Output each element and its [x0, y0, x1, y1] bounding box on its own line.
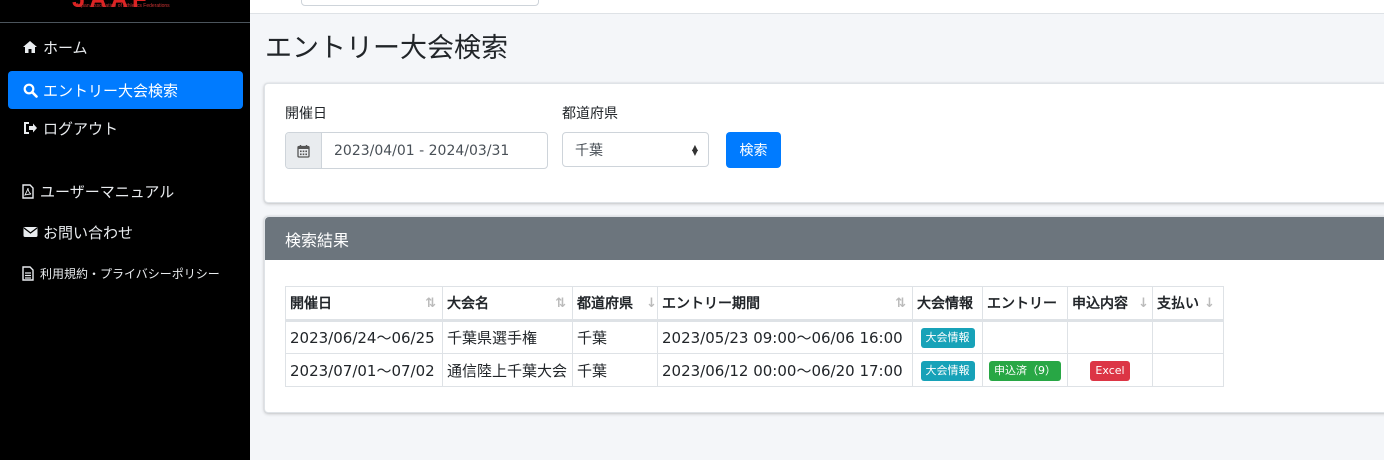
sidebar-item-label: ログアウト [43, 119, 119, 138]
sort-icon[interactable]: ↓ [1204, 296, 1215, 311]
column-header-payment[interactable]: 支払い ↓ [1152, 286, 1224, 322]
cell-payment [1152, 320, 1224, 354]
cell-prefecture: 千葉 [572, 353, 658, 387]
prefecture-label: 都道府県 [562, 106, 618, 122]
cell-name: 千葉県選手権 [442, 320, 573, 354]
logo-subtitle: Japan Association of Athletics Federatio… [76, 3, 170, 9]
table-row: 2023/07/01～07/02 通信陸上千葉大会 千葉 2023/06/12 … [285, 353, 1224, 387]
info-badge[interactable]: 大会情報 [920, 360, 975, 381]
cell-entry [982, 320, 1068, 354]
column-header-info[interactable]: 大会情報 [912, 286, 983, 322]
document-icon [20, 265, 36, 281]
info-badge[interactable]: 大会情報 [920, 328, 975, 348]
page-title: エントリー大会検索 [265, 33, 508, 64]
cell-prefecture: 千葉 [572, 320, 658, 354]
sidebar-item-label: お問い合わせ [43, 223, 134, 242]
cell-content [1067, 320, 1153, 354]
cell-date: 2023/07/01～07/02 [285, 353, 443, 387]
sort-icon[interactable]: ⇅ [425, 296, 436, 311]
home-icon [22, 40, 38, 54]
sidebar-item-home[interactable]: ホーム [8, 28, 243, 66]
logout-icon [22, 121, 38, 135]
sort-icon[interactable]: ⇅ [555, 296, 566, 311]
results-table: 開催日 ⇅ 大会名 ⇅ 都道府県 ↓ エントリー期間 ⇅ 大会情報 エントリー 申込内容… [285, 286, 1224, 387]
search-button[interactable]: 検索 [726, 132, 781, 168]
prefecture-select[interactable]: 千葉 ▲ ▼ [562, 132, 709, 167]
navbar-search-input[interactable] [301, 0, 539, 6]
column-header-content[interactable]: 申込内容 ↓ [1067, 286, 1153, 322]
sidebar-item-entry-search[interactable]: エントリー大会検索 [8, 71, 243, 109]
results-card: 検索結果 開催日 ⇅ 大会名 ⇅ 都道府県 ↓ エントリー期間 ⇅ 大会情報 エントリー… [264, 216, 1384, 413]
cell-entry: 申込済（9） [982, 353, 1068, 387]
entry-status-badge[interactable]: 申込済（9） [989, 360, 1061, 381]
cell-entry-period: 2023/05/23 09:00～06/06 16:00 [657, 320, 913, 354]
cell-info: 大会情報 [912, 353, 983, 387]
date-range-input[interactable]: 2023/04/01 - 2024/03/31 [285, 132, 548, 169]
pdf-icon [20, 183, 36, 199]
sidebar-item-contact[interactable]: お問い合わせ [8, 213, 243, 251]
sidebar-item-terms[interactable]: 利用規約・プライバシーポリシー [8, 254, 243, 292]
sort-icon[interactable]: ⇅ [895, 296, 906, 311]
sidebar-item-manual[interactable]: ユーザーマニュアル [8, 172, 243, 210]
calendar-icon[interactable] [286, 133, 322, 168]
search-icon [22, 83, 38, 98]
excel-button[interactable]: Excel [1090, 360, 1130, 381]
sidebar-item-label: 利用規約・プライバシーポリシー [40, 266, 220, 281]
logo[interactable]: JAAF Japan Association of Athletics Fede… [0, 0, 250, 23]
table-header-row: 開催日 ⇅ 大会名 ⇅ 都道府県 ↓ エントリー期間 ⇅ 大会情報 エントリー 申込内容… [285, 286, 1224, 322]
table-row: 2023/06/24～06/25 千葉県選手権 千葉 2023/05/23 09… [285, 320, 1224, 354]
date-label: 開催日 [285, 106, 327, 122]
search-card: 開催日 2023/04/01 - 2024/03/31 都道府県 千葉 ▲ ▼ 検… [264, 83, 1384, 203]
sidebar-item-logout[interactable]: ログアウト [8, 109, 243, 147]
column-header-entry-period[interactable]: エントリー期間 ⇅ [657, 286, 913, 322]
sidebar-item-label: ホーム [43, 38, 88, 57]
sidebar-item-label: ユーザーマニュアル [40, 182, 175, 201]
sort-icon[interactable]: ↓ [646, 296, 657, 311]
prefecture-select-value: 千葉 [575, 142, 603, 159]
top-navbar [250, 0, 1384, 14]
sidebar-item-label: エントリー大会検索 [43, 81, 179, 100]
cell-date: 2023/06/24～06/25 [285, 320, 443, 354]
cell-name: 通信陸上千葉大会 [442, 353, 573, 387]
envelope-icon [22, 226, 38, 238]
column-header-name[interactable]: 大会名 ⇅ [442, 286, 573, 322]
chevron-updown-icon: ▲ ▼ [691, 142, 698, 157]
cell-entry-period: 2023/06/12 00:00～06/20 17:00 [657, 353, 913, 387]
sidebar: JAAF Japan Association of Athletics Fede… [0, 0, 250, 460]
column-header-prefecture[interactable]: 都道府県 ↓ [572, 286, 658, 322]
sort-icon[interactable]: ↓ [1138, 296, 1149, 311]
results-header: 検索結果 [265, 217, 1384, 260]
cell-payment [1152, 353, 1224, 387]
column-header-entry[interactable]: エントリー [982, 286, 1068, 322]
cell-info: 大会情報 [912, 320, 983, 354]
date-range-value[interactable]: 2023/04/01 - 2024/03/31 [322, 133, 547, 168]
cell-content: Excel [1067, 353, 1153, 387]
column-header-date[interactable]: 開催日 ⇅ [285, 286, 443, 322]
